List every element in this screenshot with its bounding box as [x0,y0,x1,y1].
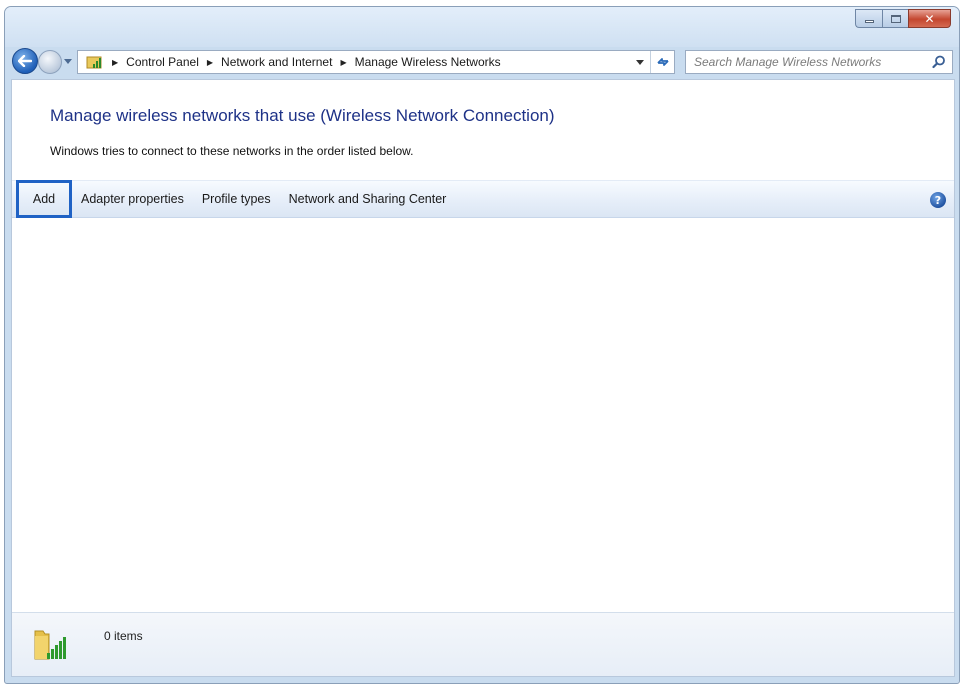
navigation-bar: ▶ Control Panel ▶ Network and Internet ▶… [5,45,959,75]
network-location-icon [86,54,104,70]
wireless-networks-folder-icon [32,625,72,665]
back-button[interactable] [12,48,38,74]
breadcrumb-manage-wireless[interactable]: Manage Wireless Networks [355,55,501,69]
window-controls: ✕ [855,9,951,28]
title-bar: ✕ [5,7,959,47]
search-icon[interactable] [932,55,946,69]
breadcrumb-separator-icon: ▶ [340,57,347,67]
address-bar[interactable]: ▶ Control Panel ▶ Network and Internet ▶… [77,50,675,74]
back-arrow-icon [18,55,32,67]
help-icon[interactable]: ? [930,192,946,208]
details-pane: 0 items [12,612,954,676]
refresh-button[interactable] [650,51,674,73]
minimize-button[interactable] [855,9,882,28]
network-sharing-center-button[interactable]: Network and Sharing Center [280,192,456,206]
explorer-window: ✕ ▶ Control Panel ▶ Network and Internet… [4,6,960,684]
page-title: Manage wireless networks that use (Wirel… [50,106,555,125]
breadcrumb-separator-icon: ▶ [112,57,119,67]
maximize-button[interactable] [882,9,908,28]
refresh-icon [656,58,669,66]
network-list[interactable] [12,219,954,609]
page-description: Windows tries to connect to these networ… [50,144,414,158]
content-pane: Manage wireless networks that use (Wirel… [11,79,955,677]
search-box[interactable] [685,50,953,74]
minimize-icon [864,20,874,23]
forward-button[interactable] [38,50,62,74]
breadcrumb-separator-icon: ▶ [206,57,214,67]
command-bar: Add Adapter properties Profile types Net… [12,180,954,218]
add-button[interactable]: Add [16,180,72,218]
search-input[interactable] [694,55,924,69]
recent-pages-dropdown[interactable] [64,59,72,64]
address-history-dropdown[interactable] [636,60,644,65]
profile-types-button[interactable]: Profile types [193,192,280,206]
close-button[interactable]: ✕ [908,9,951,28]
breadcrumb-control-panel[interactable]: Control Panel [126,55,199,69]
item-count: 0 items [104,629,143,643]
maximize-icon [890,14,901,23]
adapter-properties-button[interactable]: Adapter properties [72,192,193,206]
breadcrumb-network-internet[interactable]: Network and Internet [221,55,332,69]
close-icon: ✕ [924,11,935,26]
